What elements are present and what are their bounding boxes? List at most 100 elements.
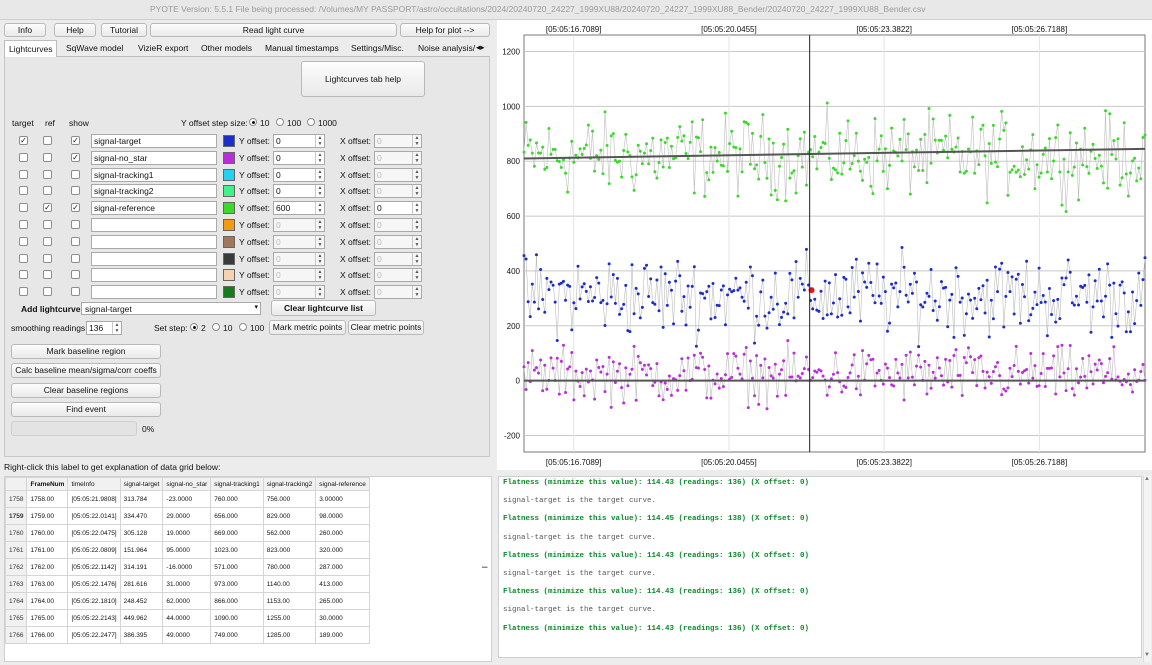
color-swatch[interactable] [223, 252, 235, 265]
y-offset-spinbox[interactable]: 0 ▲ ▼ [273, 251, 325, 266]
grid-cell[interactable]: 31.0000 [162, 575, 212, 593]
grid-cell[interactable]: [05:05:22.1142] [67, 558, 121, 576]
spin-arrows-icon[interactable]: ▲ ▼ [412, 286, 421, 299]
color-swatch[interactable] [223, 202, 235, 215]
grid-cell[interactable]: [05:05:21.9808] [67, 490, 121, 508]
x-offset-spinbox[interactable]: 0 ▲ ▼ [374, 234, 422, 249]
target-checkbox[interactable] [19, 220, 28, 229]
lightcurves-tab-help-button[interactable]: Lightcurves tab help [301, 61, 425, 97]
table-row[interactable]: 1762 1762.00 [05:05:22.1142] 314.191 -16.000… [5, 558, 370, 576]
curve-name-field[interactable]: signal-target [91, 134, 217, 148]
table-row[interactable]: 1766 1766.00 [05:05:22.2477] 386.395 49.0000… [5, 626, 370, 644]
spin-arrows-icon[interactable]: ▲ ▼ [412, 135, 421, 147]
grid-cell[interactable]: 1153.00 [262, 592, 317, 610]
curve-name-field[interactable]: signal-tracking2 [91, 184, 217, 199]
show-checkbox[interactable] [71, 220, 80, 229]
grid-cell[interactable]: [05:05:22.1476] [67, 575, 121, 593]
row-number[interactable]: 1759 [5, 507, 28, 525]
tab-vizier-export[interactable]: VizieR export [134, 40, 192, 57]
row-number[interactable]: 1766 [5, 626, 28, 644]
grid-column-header[interactable]: signal-tracking1 [210, 477, 264, 491]
ref-checkbox[interactable] [43, 220, 52, 229]
grid-cell[interactable]: -16.0000 [162, 558, 212, 576]
spin-arrows-icon[interactable]: ▲ ▼ [315, 185, 324, 198]
grid-cell[interactable]: 44.0000 [162, 609, 212, 627]
ref-checkbox[interactable] [43, 236, 52, 246]
x-offset-spinbox[interactable]: 0 ▲ ▼ [374, 285, 422, 300]
grid-cell[interactable]: 1763.00 [26, 575, 69, 593]
spin-arrows-icon[interactable]: ▲ ▼ [412, 185, 421, 198]
ref-checkbox[interactable] [43, 169, 52, 179]
row-number[interactable]: 1761 [5, 541, 28, 559]
y-offset-spinbox[interactable]: 0 ▲ ▼ [273, 184, 325, 199]
target-checkbox[interactable] [19, 169, 28, 179]
y-offset-spinbox[interactable]: 0 ▲ ▼ [273, 218, 325, 232]
y-offset-spinbox[interactable]: 0 ▲ ▼ [273, 167, 325, 182]
scroll-down-icon[interactable]: ▼ [1144, 652, 1150, 658]
y-offset-spinbox[interactable]: 0 ▲ ▼ [273, 134, 325, 148]
grid-hint-label[interactable]: Right-click this label to get explanatio… [4, 462, 220, 472]
plot-svg[interactable]: -200 0 200 400 600 800 1000 1200 [05:05:16.7089]… [497, 20, 1152, 470]
table-row[interactable]: 1765 1765.00 [05:05:22.2143] 449.962 44.0000… [5, 609, 370, 627]
grid-cell[interactable]: 287.000 [315, 558, 370, 576]
grid-cell[interactable]: 829.000 [262, 507, 317, 525]
set-step-100-radio[interactable] [239, 323, 247, 331]
x-offset-spinbox[interactable]: 0 ▲ ▼ [374, 134, 422, 148]
target-checkbox[interactable] [19, 236, 28, 246]
grid-cell[interactable]: 1090.00 [210, 609, 264, 627]
target-checkbox[interactable] [19, 203, 28, 213]
grid-cell[interactable]: 562.000 [262, 524, 317, 542]
grid-cell[interactable]: 1758.00 [26, 490, 69, 508]
show-checkbox[interactable] [71, 236, 80, 246]
grid-cell[interactable]: 62.0000 [162, 592, 212, 610]
grid-cell[interactable]: 334.470 [119, 507, 164, 525]
spin-arrows-icon[interactable]: ▲ ▼ [412, 168, 421, 181]
step-100-radio[interactable] [276, 118, 284, 126]
help-button[interactable]: Help [54, 23, 96, 37]
grid-cell[interactable]: [05:05:22.1810] [67, 592, 121, 610]
y-offset-spinbox[interactable]: 0 ▲ ▼ [273, 234, 325, 249]
log-output[interactable]: Flatness (minimize this value): 114.43 (… [498, 476, 1142, 658]
grid-scroll-icon[interactable]: ▁ [482, 560, 490, 568]
show-checkbox[interactable]: ✓ [71, 136, 80, 145]
grid-cell[interactable]: 49.0000 [162, 626, 212, 644]
target-checkbox[interactable] [19, 186, 28, 196]
y-offset-spinbox[interactable]: 0 ▲ ▼ [273, 268, 325, 283]
grid-cell[interactable]: 656.000 [210, 507, 264, 525]
calc-baseline-button[interactable]: Calc baseline mean/sigma/corr coeffs [11, 363, 161, 378]
table-row[interactable]: 1760 1760.00 [05:05:22.0475] 305.128 19.0000… [5, 524, 370, 542]
grid-cell[interactable]: 449.962 [119, 609, 164, 627]
curve-name-field[interactable]: signal-tracking1 [91, 167, 217, 182]
curve-name-field[interactable] [91, 285, 217, 300]
curve-name-field[interactable] [91, 251, 217, 266]
help-for-plot-button[interactable]: Help for plot --> [400, 23, 490, 37]
clear-lightcurve-list-button[interactable]: Clear lightcurve list [271, 300, 376, 316]
tab-manual-timestamps[interactable]: Manual timestamps [261, 40, 343, 57]
grid-column-header[interactable]: signal-no_star [162, 477, 212, 491]
grid-cell[interactable]: 260.000 [315, 524, 370, 542]
grid-cell[interactable]: 189.000 [315, 626, 370, 644]
find-event-button[interactable]: Find event [11, 402, 161, 417]
show-checkbox[interactable]: ✓ [71, 203, 80, 213]
spin-arrows-icon[interactable]: ▲ ▼ [315, 135, 324, 147]
tab-scroll-arrows-icon[interactable]: ◂▸ [474, 40, 487, 57]
color-swatch[interactable] [223, 269, 235, 282]
table-row[interactable]: 1759 1759.00 [05:05:22.0141] 334.470 29.0000… [5, 507, 370, 525]
grid-cell[interactable]: 571.000 [210, 558, 264, 576]
set-step-2-radio[interactable] [190, 323, 198, 331]
y-offset-spinbox[interactable]: 600 ▲ ▼ [273, 201, 325, 216]
grid-cell[interactable]: 29.0000 [162, 507, 212, 525]
spin-arrows-icon[interactable]: ▲ ▼ [315, 202, 324, 215]
grid-cell[interactable]: [05:05:22.0809] [67, 541, 121, 559]
table-row[interactable]: 1763 1763.00 [05:05:22.1476] 281.616 31.0000… [5, 575, 370, 593]
grid-cell[interactable]: [05:05:22.2477] [67, 626, 121, 644]
color-swatch[interactable] [223, 286, 235, 299]
grid-cell[interactable]: 314.191 [119, 558, 164, 576]
grid-cell[interactable]: 756.000 [262, 490, 317, 508]
grid-cell[interactable]: [05:05:22.2143] [67, 609, 121, 627]
color-swatch[interactable] [223, 235, 235, 248]
grid-cell[interactable]: 95.0000 [162, 541, 212, 559]
show-checkbox[interactable] [71, 169, 80, 179]
color-swatch[interactable] [223, 185, 235, 198]
lightcurve-plot[interactable]: -200 0 200 400 600 800 1000 1200 [05:05:16.7089]… [497, 20, 1152, 470]
